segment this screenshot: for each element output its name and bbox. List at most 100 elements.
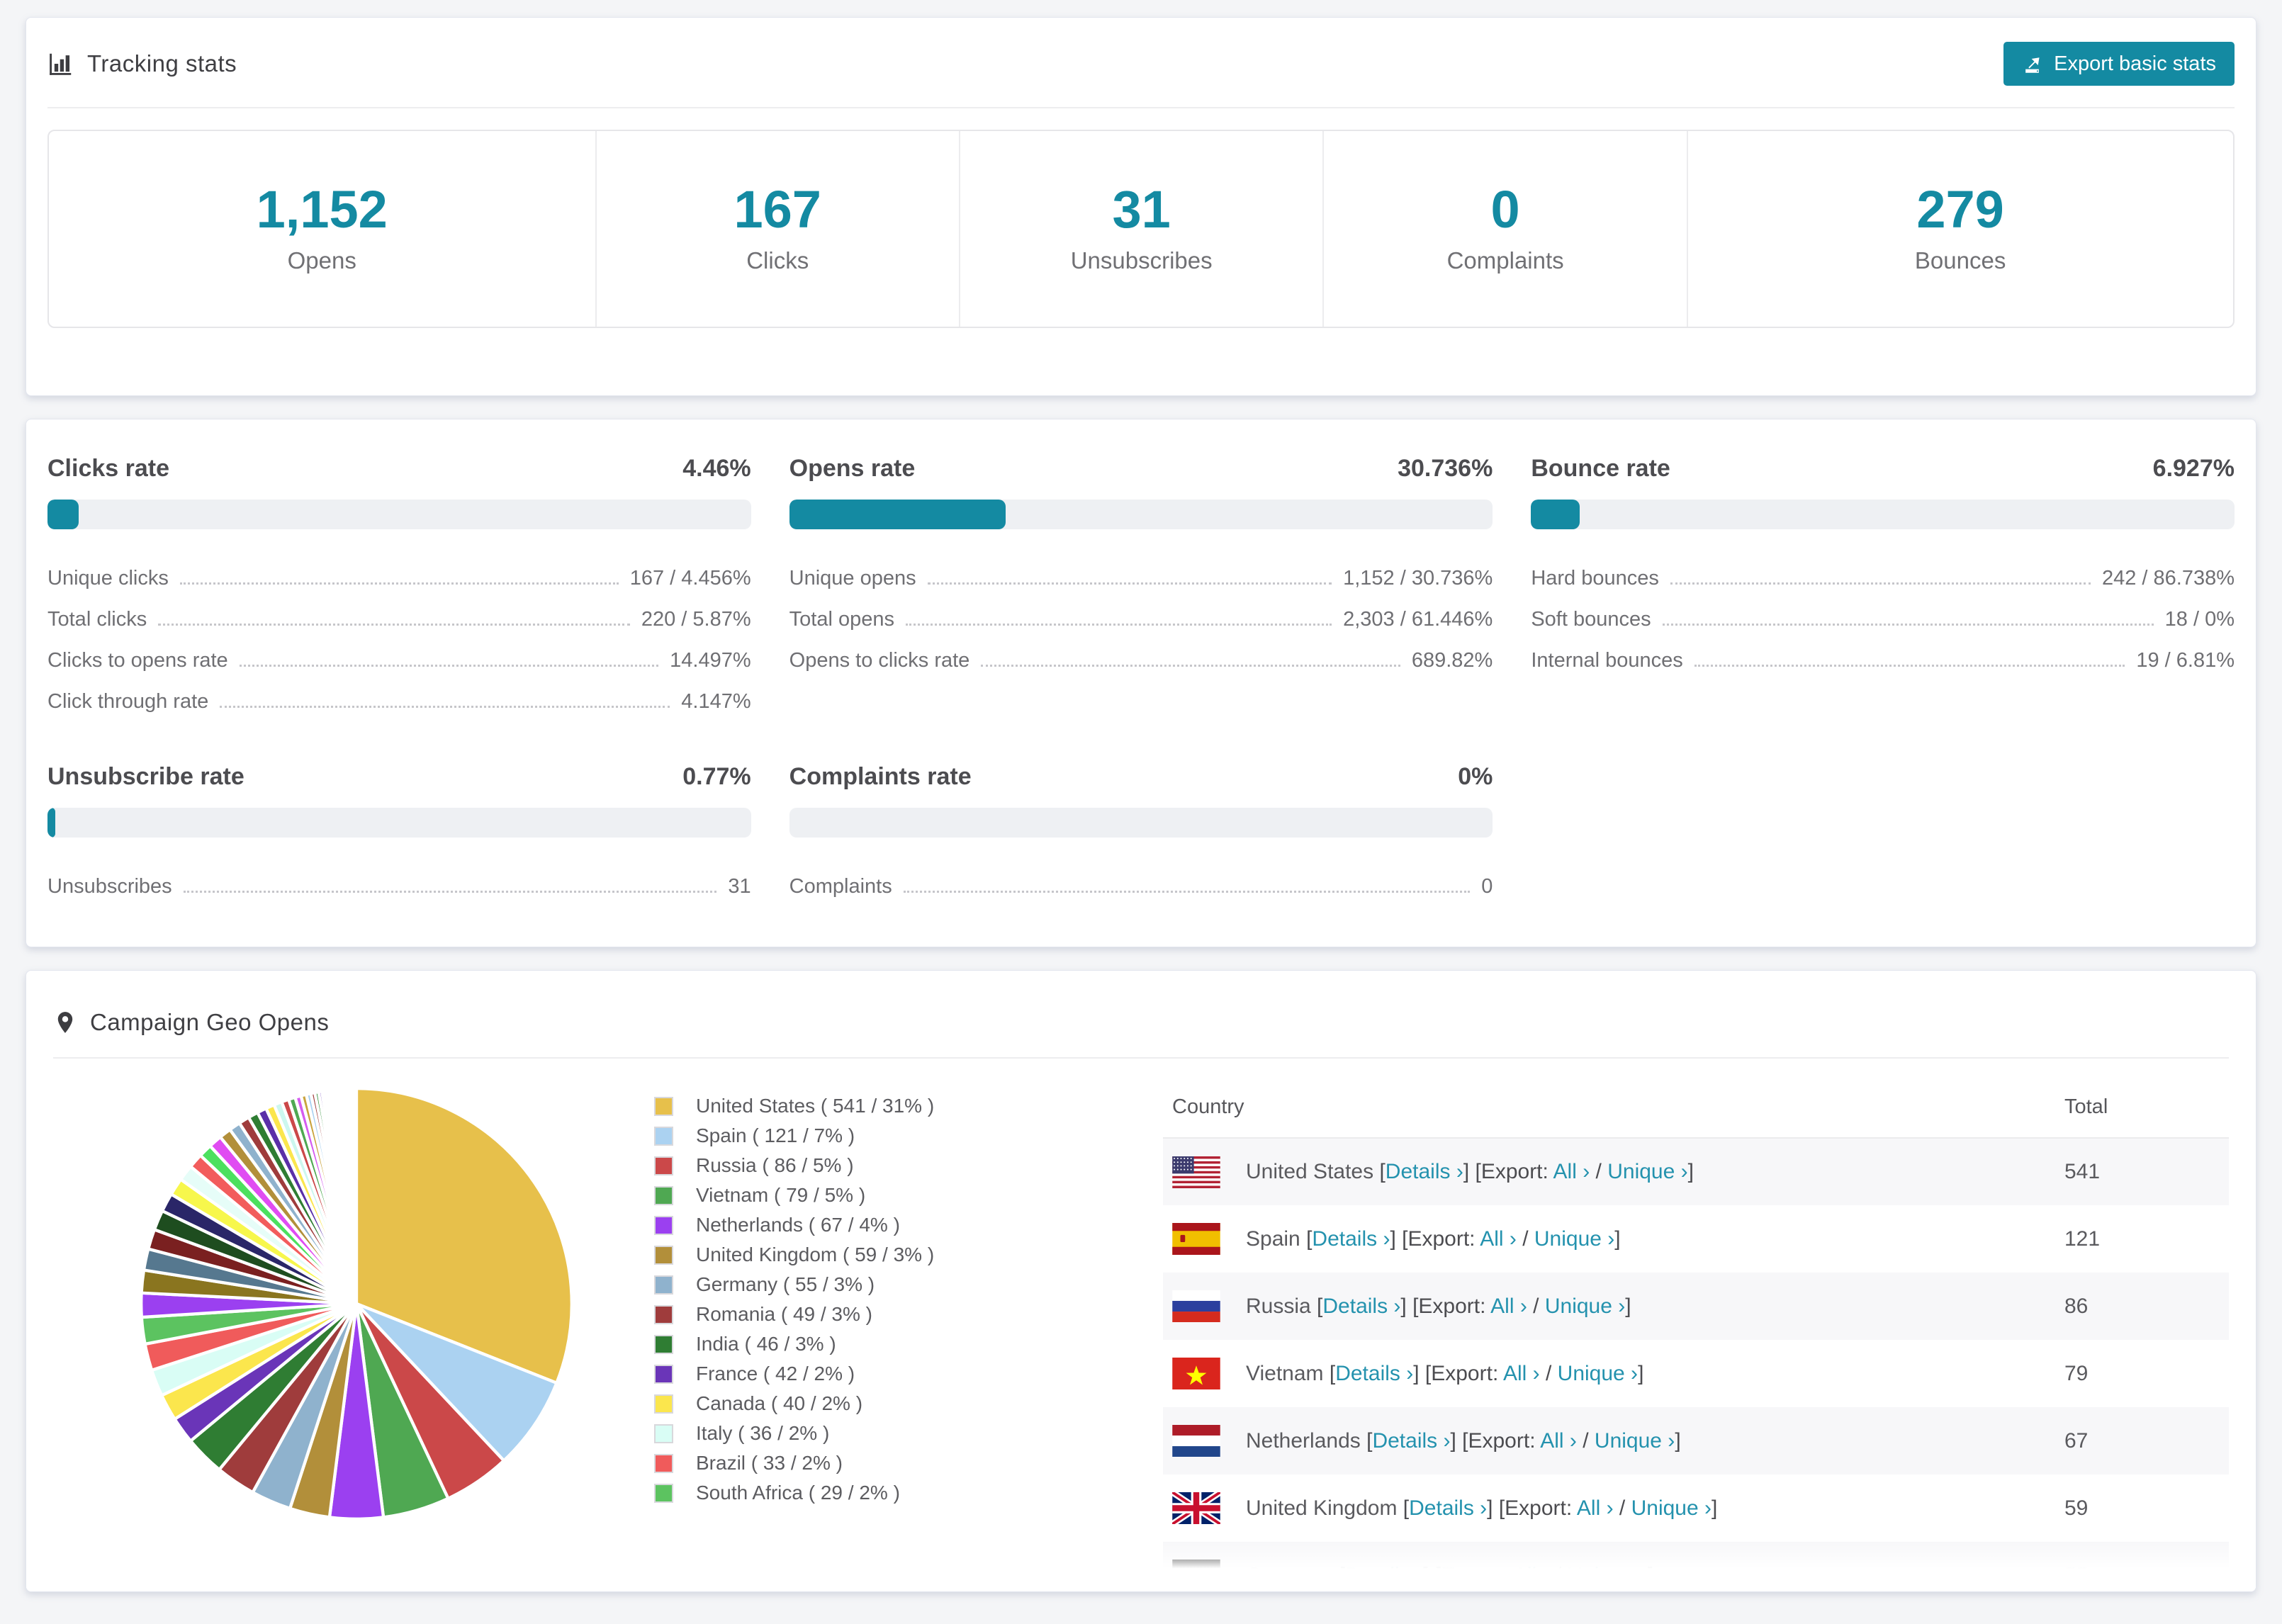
bracket: [ [1379,1160,1386,1183]
export-unique-link[interactable]: Unique › [1631,1496,1712,1520]
dotted-leader [179,582,619,585]
details-link[interactable]: Details › [1372,1429,1450,1453]
legend-item-germany: Germany ( 55 / 3% ) [654,1270,959,1299]
export-all-link[interactable]: All › [1513,1564,1550,1587]
details-link[interactable]: Details › [1409,1496,1487,1520]
rate-block-clicks-rate: Clicks rate 4.46% Unique clicks 167 / 4.456… [47,455,751,718]
ru-flag-icon [1172,1290,1220,1322]
export-all-link[interactable]: All › [1490,1295,1527,1318]
rate-progress-fill [47,808,55,838]
rate-detail-row: Complaints 0 [789,862,1493,903]
geo-content: United States ( 541 / 31% ) Spain ( 121 /… [53,1059,2229,1591]
bracket: / [1527,1294,1545,1318]
bracket: / [1590,1160,1608,1183]
geo-table-row-vietnam: Vietnam [Details ›] [Export: All › / Uni… [1163,1340,2229,1407]
export-all-link[interactable]: All › [1577,1496,1614,1520]
rate-detail-value: 31 [728,875,751,898]
legend-label: Vietnam ( 79 / 5% ) [696,1184,866,1206]
stat-value: 167 [734,180,821,239]
bracket: / [1516,1227,1534,1251]
legend-swatch [654,1215,673,1235]
rate-detail-value: 14.497% [670,649,751,672]
country-name: Russia [1246,1294,1317,1318]
rate-detail-row: Hard bounces 242 / 86.738% [1531,553,2235,594]
country-name: Germany [1246,1563,1339,1587]
rates-grid: Clicks rate 4.46% Unique clicks 167 / 4.456… [47,455,2235,903]
stat-label: Clicks [746,247,809,274]
legend-swatch [654,1126,673,1146]
legend-swatch [654,1364,673,1384]
export-unique-link[interactable]: Unique › [1607,1160,1687,1183]
export-all-link[interactable]: All › [1480,1227,1517,1251]
rate-detail-label: Click through rate [47,690,209,713]
bracket: [ [1403,1496,1410,1520]
rate-detail-label: Opens to clicks rate [789,649,970,672]
details-link[interactable]: Details › [1312,1227,1390,1251]
legend-swatch [654,1483,673,1503]
rate-detail-row: Total opens 2,303 / 61.446% [789,594,1493,636]
rate-title: Bounce rate [1531,455,1670,482]
rate-detail-value: 689.82% [1411,649,1493,672]
country-total: 86 [2055,1273,2229,1340]
legend-label: Russia ( 86 / 5% ) [696,1154,854,1176]
details-link[interactable]: Details › [1335,1362,1413,1385]
country-links: Germany [Details ›] [Export: All › / Uni… [1246,1564,1653,1588]
bracket: ] [1712,1496,1718,1520]
rate-progress-track [789,500,1493,529]
rate-detail-value: 220 / 5.87% [641,608,751,631]
dotted-leader [239,665,659,667]
legend-swatch [654,1245,673,1265]
geo-title: Campaign Geo Opens [90,1009,330,1035]
rate-detail-label: Unsubscribes [47,875,172,898]
rate-progress-track [47,500,751,529]
stat-value: 31 [1112,180,1171,239]
country-total: 79 [2064,1361,2089,1385]
export-unique-link[interactable]: Unique › [1534,1227,1614,1251]
bracket: ] [1638,1361,1644,1385]
export-unique-link[interactable]: Unique › [1568,1564,1648,1587]
country-links: United States [Details ›] [Export: All ›… [1246,1160,1694,1184]
geo-pie-chart [137,1084,576,1523]
details-link[interactable]: Details › [1345,1564,1423,1587]
rate-value: 4.46% [682,455,751,482]
export-basic-stats-label: Export basic stats [2054,52,2216,75]
country-name: Spain [1246,1227,1307,1251]
details-link[interactable]: Details › [1322,1295,1400,1318]
rate-progress-track [47,808,751,838]
rate-detail-value: 242 / 86.738% [2101,567,2235,590]
stat-cell-clicks: 167 Clicks [595,131,959,327]
legend-item-united-kingdom: United Kingdom ( 59 / 3% ) [654,1240,959,1270]
dotted-leader [903,891,1471,893]
export-all-link[interactable]: All › [1503,1362,1540,1385]
legend-swatch [654,1096,673,1116]
rate-detail-row: Click through rate 4.147% [47,677,751,718]
stat-label: Complaints [1446,247,1564,274]
dotted-leader [158,624,630,626]
export-unique-link[interactable]: Unique › [1558,1362,1638,1385]
export-all-link[interactable]: All › [1553,1160,1590,1183]
nl-flag-icon [1172,1425,1220,1457]
export-unique-link[interactable]: Unique › [1595,1429,1675,1453]
legend-label: India ( 46 / 3% ) [696,1333,836,1355]
legend-item-spain: Spain ( 121 / 7% ) [654,1121,959,1151]
rate-title: Clicks rate [47,455,169,482]
export-unique-link[interactable]: Unique › [1545,1295,1625,1318]
rate-detail-row: Total clicks 220 / 5.87% [47,594,751,636]
rate-detail-value: 18 / 0% [2164,608,2235,631]
country-total: 59 [2064,1496,2089,1520]
export-all-link[interactable]: All › [1540,1429,1577,1453]
legend-item-united-states: United States ( 541 / 31% ) [654,1091,959,1121]
legend-label: Italy ( 36 / 2% ) [696,1422,830,1444]
rate-detail-label: Total clicks [47,608,147,631]
stat-cell-bounces: 279 Bounces [1686,131,2233,327]
geo-header: Campaign Geo Opens [53,971,2229,1037]
bracket: ] [Export: [1463,1160,1553,1183]
rate-detail-row: Internal bounces 19 / 6.81% [1531,636,2235,677]
rate-value: 30.736% [1398,455,1493,482]
legend-item-canada: Canada ( 40 / 2% ) [654,1389,959,1419]
bracket: ] [Export: [1423,1563,1513,1587]
dotted-leader [927,582,1332,585]
export-basic-stats-button[interactable]: Export basic stats [2003,42,2235,86]
details-link[interactable]: Details › [1386,1160,1463,1183]
tracking-stats-card: Tracking stats Export basic stats 1,152 O… [26,17,2256,396]
